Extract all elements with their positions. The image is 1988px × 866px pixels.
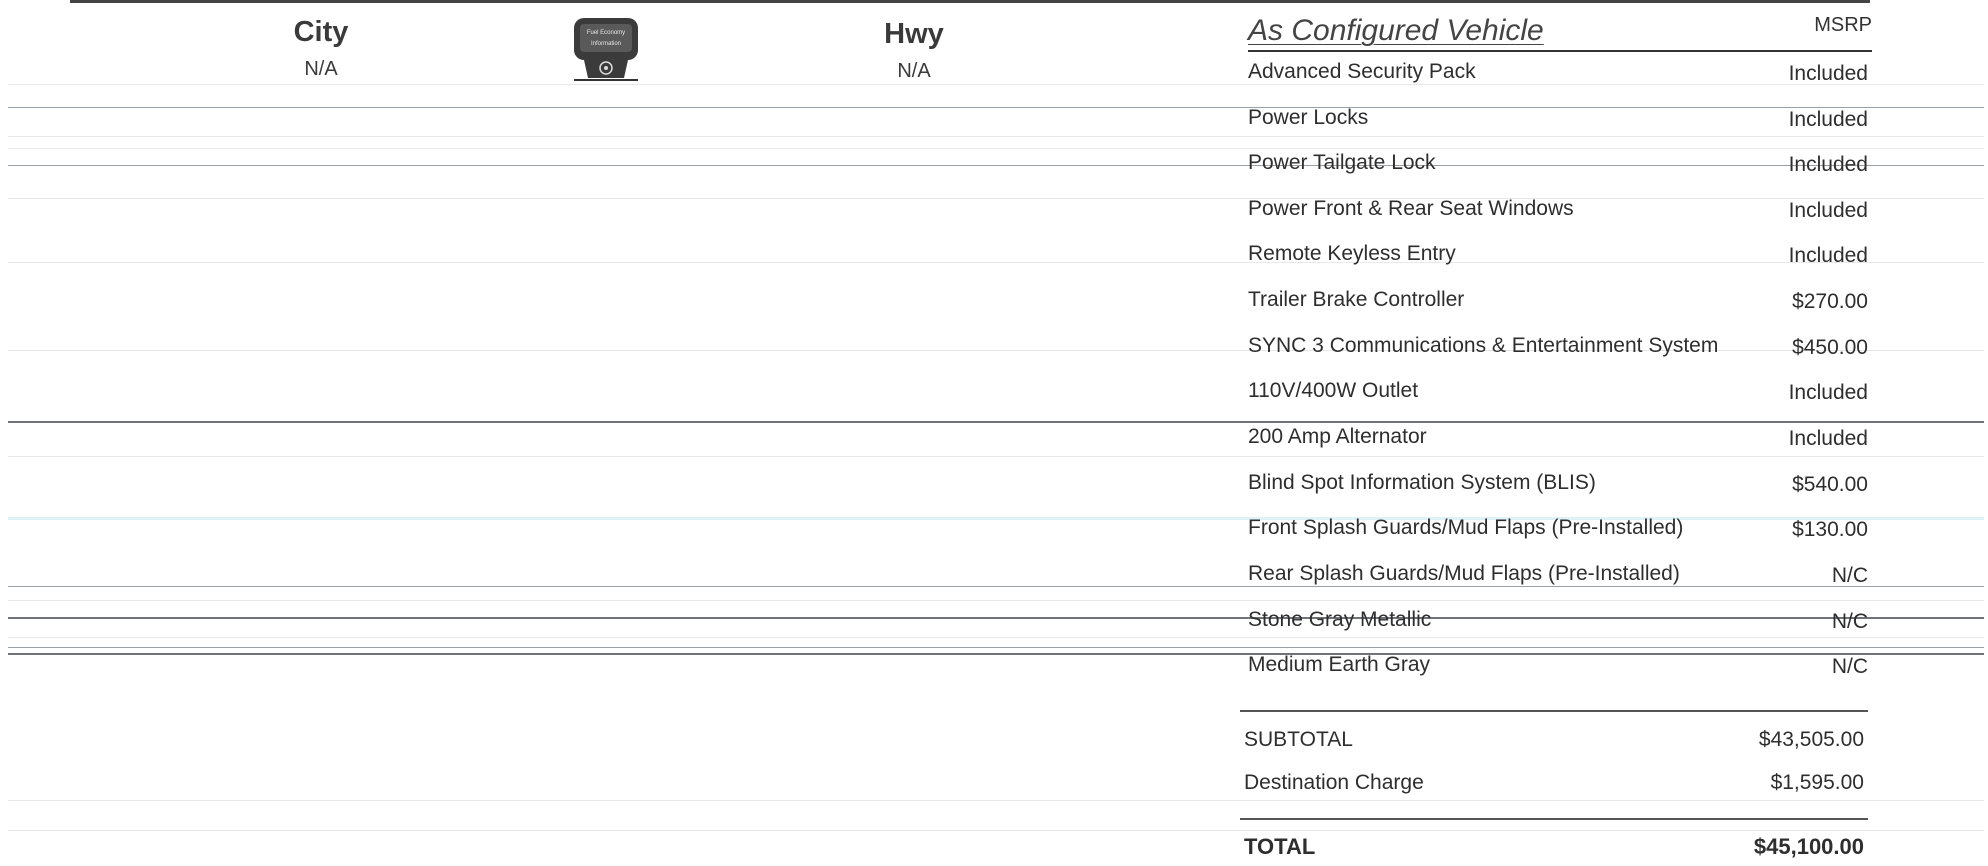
hwy-value: N/A [897, 60, 931, 82]
item-name: Power Locks [1248, 106, 1369, 129]
list-item: Advanced Security Pack Included [1248, 60, 1868, 90]
configured-header: As Configured Vehicle MSRP [1248, 10, 1872, 52]
item-name: Advanced Security Pack [1248, 60, 1476, 83]
destination-row: Destination Charge $1,595.00 [1244, 771, 1864, 803]
city-value: N/A [304, 58, 338, 80]
item-price: $130.00 [1792, 518, 1868, 541]
item-name: Power Front & Rear Seat Windows [1248, 197, 1574, 220]
item-name: Power Tailgate Lock [1248, 151, 1436, 174]
list-item: Power Tailgate Lock Included [1248, 151, 1868, 181]
destination-label: Destination Charge [1244, 771, 1424, 794]
list-item: Front Splash Guards/Mud Flaps (Pre-Insta… [1248, 516, 1868, 546]
city-label: City [293, 16, 349, 48]
icon-text-line-1: Fuel Economy [587, 30, 625, 36]
item-price: N/C [1831, 655, 1868, 678]
icon-text-line-2: Information [591, 41, 621, 47]
list-item: Stone Gray Metallic N/C [1248, 608, 1868, 638]
fuel-pump-icon: Fuel Economy Information [570, 16, 646, 82]
item-price: N/C [1831, 610, 1868, 633]
top-rule [70, 0, 1870, 3]
subtotal-row: SUBTOTAL $43,505.00 [1244, 728, 1864, 760]
item-price: Included [1788, 62, 1868, 85]
item-name: 200 Amp Alternator [1248, 425, 1427, 448]
list-item: Power Front & Rear Seat Windows Included [1248, 197, 1868, 227]
total-row: TOTAL $45,100.00 [1244, 834, 1864, 866]
item-name: Stone Gray Metallic [1248, 608, 1432, 631]
divider [8, 421, 1984, 423]
total-value: $45,100.00 [1753, 834, 1864, 859]
configured-title: As Configured Vehicle [1248, 14, 1544, 47]
subtotal-label: SUBTOTAL [1244, 728, 1353, 751]
destination-value: $1,595.00 [1770, 771, 1864, 794]
item-price: $270.00 [1792, 290, 1868, 313]
item-price: Included [1788, 153, 1868, 176]
total-rule [1240, 818, 1868, 820]
item-price: $450.00 [1792, 336, 1868, 359]
item-name: Trailer Brake Controller [1248, 288, 1465, 311]
divider [8, 830, 1984, 831]
list-item: Blind Spot Information System (BLIS) $54… [1248, 471, 1868, 501]
msrp-header: MSRP [1814, 14, 1872, 36]
list-item: Rear Splash Guards/Mud Flaps (Pre-Instal… [1248, 562, 1868, 592]
divider [8, 647, 1984, 648]
item-price: Included [1788, 199, 1868, 222]
list-item: Trailer Brake Controller $270.00 [1248, 288, 1868, 318]
divider [8, 456, 1984, 457]
divider [8, 148, 1984, 149]
list-item: SYNC 3 Communications & Entertainment Sy… [1248, 334, 1868, 364]
divider [8, 136, 1984, 137]
divider [8, 600, 1984, 601]
item-name: SYNC 3 Communications & Entertainment Sy… [1248, 334, 1719, 357]
item-price: $540.00 [1792, 473, 1868, 496]
hwy-label: Hwy [884, 18, 944, 50]
list-item: 200 Amp Alternator Included [1248, 425, 1868, 455]
item-name: 110V/400W Outlet [1248, 379, 1419, 402]
list-item: Power Locks Included [1248, 106, 1868, 136]
item-price: Included [1788, 108, 1868, 131]
list-item: Medium Earth Gray N/C [1248, 653, 1868, 683]
item-price: N/C [1831, 564, 1868, 587]
item-name: Remote Keyless Entry [1248, 242, 1456, 265]
list-item: 110V/400W Outlet Included [1248, 379, 1868, 409]
item-name: Medium Earth Gray [1248, 653, 1431, 676]
subtotal-value: $43,505.00 [1758, 728, 1864, 751]
item-price: Included [1788, 381, 1868, 404]
item-name: Front Splash Guards/Mud Flaps (Pre-Insta… [1248, 516, 1684, 539]
item-name: Rear Splash Guards/Mud Flaps (Pre-Instal… [1248, 562, 1680, 585]
item-price: Included [1788, 427, 1868, 450]
item-name: Blind Spot Information System (BLIS) [1248, 471, 1596, 494]
summary-rule [1240, 710, 1868, 712]
item-price: Included [1788, 244, 1868, 267]
list-item: Remote Keyless Entry Included [1248, 242, 1868, 272]
total-label: TOTAL [1244, 834, 1316, 859]
